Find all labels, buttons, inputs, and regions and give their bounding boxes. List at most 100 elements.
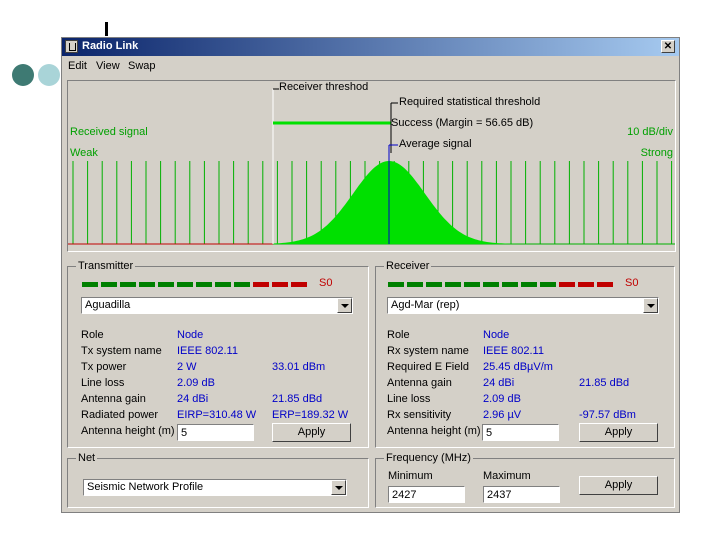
meter-segment [578,282,594,287]
radio-link-window: Radio Link ✕ Edit View Swap Receiver thr… [61,37,680,513]
meter-segment [177,282,193,287]
receiver-row-1-label: Rx system name [387,345,469,357]
frequency-maximum-input[interactable]: 2437 [483,486,560,503]
meter-segment [158,282,174,287]
meter-segment [445,282,461,287]
meter-segment [196,282,212,287]
meter-segment [215,282,231,287]
receiver-row-5-label: Rx sensitivity [387,409,452,421]
meter-segment [521,282,537,287]
transmitter-legend: Transmitter [76,260,136,272]
chevron-down-icon[interactable] [331,480,346,495]
receiver-row-1-value: IEEE 802.11 [483,345,544,357]
strong-label: Strong [640,147,673,159]
net-group: Net Seismic Network Profile [67,452,369,508]
scale-label: 10 dB/div [627,126,673,138]
meter-segment [388,282,404,287]
receiver-group: Receiver S0 Agd-Mar (rep) Role Node Rx sys… [375,260,675,448]
success-margin-label: Success (Margin = 56.65 dB) [391,117,534,129]
slide-decoration-bar [105,22,108,36]
meter-segment [120,282,136,287]
meter-segment [502,282,518,287]
meter-segment [540,282,556,287]
transmitter-row-5-extra: ERP=189.32 W [272,409,349,421]
menu-view[interactable]: View [96,60,120,72]
transmitter-row-1-label: Tx system name [81,345,162,357]
net-profile-value: Seismic Network Profile [87,481,204,493]
receiver-row-0-value: Node [483,329,510,341]
transmitter-row-2-value: 2 W [177,361,197,373]
weak-label: Weak [70,147,98,159]
received-signal-label: Received signal [70,126,148,138]
receiver-site-select[interactable]: Agd-Mar (rep) [387,297,659,314]
signal-graph: Receiver threshod Required statistical t… [67,80,676,252]
average-signal-label: Average signal [399,138,472,150]
app-icon [65,40,78,53]
transmitter-row-3-value: 2.09 dB [177,377,215,389]
meter-segment [291,282,307,287]
transmitter-level-meter [82,282,312,288]
transmitter-row-1-value: IEEE 802.11 [177,345,238,357]
receiver-antenna-height-label: Antenna height (m) [387,425,481,437]
required-threshold-label: Required statistical threshold [399,96,541,108]
receiver-row-4-label: Line loss [387,393,431,405]
meter-segment [139,282,155,287]
frequency-minimum-label: Minimum [388,470,433,482]
menu-swap[interactable]: Swap [128,60,156,72]
close-button[interactable]: ✕ [661,40,675,53]
net-legend: Net [76,452,98,464]
receiver-threshold-label: Receiver threshod [279,81,369,93]
receiver-row-5-value: 2.96 µV [483,409,522,421]
transmitter-level: S0 [319,277,333,289]
transmitter-row-5-value: EIRP=310.48 W [177,409,257,421]
receiver-row-0-label: Role [387,329,410,341]
window-title: Radio Link [82,40,139,52]
title-bar[interactable]: Radio Link ✕ [62,38,679,56]
receiver-antenna-height-input[interactable]: 5 [482,424,559,441]
transmitter-site-value: Aguadilla [85,299,131,311]
chevron-down-icon[interactable] [337,298,352,313]
receiver-legend: Receiver [384,260,432,272]
transmitter-apply-button[interactable]: Apply [272,423,351,442]
receiver-row-5-extra: -97.57 dBm [579,409,636,421]
frequency-maximum-label: Maximum [483,470,531,482]
meter-segment [272,282,288,287]
receiver-row-4-value: 2.09 dB [483,393,521,405]
chevron-down-icon[interactable] [643,298,658,313]
meter-segment [483,282,499,287]
transmitter-antenna-height-input[interactable]: 5 [177,424,254,441]
transmitter-row-4-label: Antenna gain [81,393,146,405]
slide-bullet-light [38,64,60,86]
transmitter-row-0-label: Role [81,329,104,341]
transmitter-antenna-height-label: Antenna height (m) [81,425,175,437]
menu-edit[interactable]: Edit [68,60,87,72]
net-profile-select[interactable]: Seismic Network Profile [83,479,347,496]
transmitter-row-4-value: 24 dBi [177,393,209,405]
receiver-apply-button[interactable]: Apply [579,423,658,442]
menu-bar: Edit View Swap [62,57,679,75]
transmitter-row-3-label: Line loss [81,377,125,389]
transmitter-row-2-extra: 33.01 dBm [272,361,326,373]
receiver-row-3-value: 24 dBi [483,377,515,389]
meter-segment [559,282,575,287]
receiver-level-meter [388,282,618,288]
signal-distribution [273,161,528,244]
receiver-row-3-extra: 21.85 dBd [579,377,630,389]
frequency-group: Frequency (MHz) Minimum Maximum 2427 243… [375,452,675,508]
frequency-apply-button[interactable]: Apply [579,476,658,495]
signal-graph-canvas [68,88,675,245]
transmitter-row-2-label: Tx power [81,361,127,373]
transmitter-group: Transmitter S0 Aguadilla Role Node Tx syst… [67,260,369,448]
meter-segment [253,282,269,287]
meter-segment [234,282,250,287]
transmitter-site-select[interactable]: Aguadilla [81,297,353,314]
slide-bullet-dark [12,64,34,86]
transmitter-row-5-label: Radiated power [81,409,159,421]
transmitter-row-4-extra: 21.85 dBd [272,393,323,405]
frequency-minimum-input[interactable]: 2427 [388,486,465,503]
receiver-row-2-label: Required E Field [387,361,469,373]
receiver-site-value: Agd-Mar (rep) [391,299,460,311]
meter-segment [464,282,480,287]
receiver-level: S0 [625,277,639,289]
meter-segment [426,282,442,287]
